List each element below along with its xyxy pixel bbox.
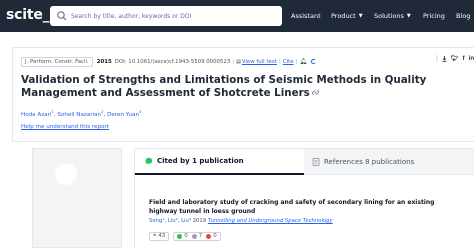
author-link[interactable]: Deren Yuan3 bbox=[107, 109, 141, 118]
loading-spinner-icon bbox=[310, 59, 316, 64]
side-panel bbox=[32, 148, 122, 248]
help-understand-link[interactable]: Help me understand this report bbox=[21, 124, 109, 130]
citation-stats: ❝ 43 0 7 0 bbox=[149, 231, 221, 241]
tab-references[interactable]: References 8 publications bbox=[304, 149, 474, 175]
link-icon[interactable] bbox=[311, 87, 319, 100]
cite-link[interactable]: Cite bbox=[283, 59, 294, 65]
full-text-icon: ▤ bbox=[236, 58, 241, 65]
citation-tabs: Cited by 1 publication References 8 publ… bbox=[134, 148, 474, 175]
nav-solutions[interactable]: Solutions ▼ bbox=[374, 12, 411, 20]
contrasting-dot-icon bbox=[206, 233, 212, 239]
supporting-dot-icon bbox=[177, 233, 183, 239]
citation-year: 2019 bbox=[192, 218, 207, 224]
publication-year: 2015 bbox=[96, 58, 112, 65]
mentioning-dot-icon bbox=[191, 233, 197, 239]
top-nav-bar: scite_ Assistant Product▼ Solutions▼ Pri… bbox=[0, 0, 474, 32]
logo[interactable]: scite_ bbox=[6, 7, 50, 23]
citation-journal[interactable]: Tunnelling and Underground Space Technol… bbox=[208, 218, 333, 224]
citation-item: Field and laboratory study of cracking a… bbox=[134, 174, 474, 248]
view-full-text-link[interactable]: View full text bbox=[242, 59, 277, 65]
journal-badge[interactable]: J. Perform. Constr. Facil. bbox=[21, 56, 93, 67]
citation-count-badge[interactable]: ❝ 43 bbox=[149, 231, 170, 241]
share-bar: | 🐦︎ f in bbox=[436, 55, 474, 62]
nav-blog[interactable]: Blog bbox=[456, 12, 470, 20]
placeholder-circle bbox=[55, 163, 77, 185]
paper-card: J. Perform. Constr. Facil. 2015 DOI: 10.… bbox=[12, 47, 474, 142]
divider: | bbox=[232, 58, 235, 65]
search-input[interactable] bbox=[71, 9, 276, 23]
author-link[interactable]: Soheil Nazarian2 bbox=[57, 109, 103, 118]
citation-authors[interactable]: Song¹, Liu², Liu³ bbox=[149, 218, 191, 224]
author-list: Hoda Azari1, Soheil Nazarian2, Deren Yua… bbox=[21, 109, 142, 118]
quote-icon: ❝ bbox=[153, 232, 157, 240]
search-box[interactable] bbox=[50, 6, 282, 26]
document-icon bbox=[312, 157, 320, 166]
search-icon bbox=[57, 11, 67, 21]
linkedin-icon[interactable]: in bbox=[469, 56, 474, 62]
paper-title: Validation of Strengths and Limitations … bbox=[21, 74, 427, 100]
bell-icon[interactable]: 🔔︎ bbox=[299, 58, 307, 65]
citation-title[interactable]: Field and laboratory study of cracking a… bbox=[149, 198, 449, 216]
divider: | bbox=[295, 58, 298, 65]
paper-meta: J. Perform. Constr. Facil. 2015 DOI: 10.… bbox=[21, 56, 316, 67]
author-link[interactable]: Hoda Azari1 bbox=[21, 109, 54, 118]
nav-pricing[interactable]: Pricing bbox=[423, 12, 445, 20]
doi-text[interactable]: DOI: 10.1061/(asce)cf.1943-5509.0000523 bbox=[115, 59, 231, 65]
divider: | bbox=[279, 58, 281, 65]
tab-cited-by[interactable]: Cited by 1 publication bbox=[134, 149, 304, 175]
nav-product[interactable]: Product ▼ bbox=[331, 12, 363, 20]
chat-icon bbox=[145, 157, 153, 165]
smart-citation-stats[interactable]: 0 7 0 bbox=[173, 231, 221, 241]
citation-meta: Song¹, Liu², Liu³ 2019 Tunnelling and Un… bbox=[149, 218, 333, 224]
chevron-down-icon: ▼ bbox=[358, 13, 363, 19]
twitter-icon[interactable]: 🐦︎ bbox=[451, 55, 459, 62]
download-icon[interactable] bbox=[442, 55, 447, 62]
chevron-down-icon: ▼ bbox=[406, 13, 411, 19]
divider: | bbox=[436, 55, 439, 62]
facebook-icon[interactable]: f bbox=[463, 56, 465, 62]
nav-assistant[interactable]: Assistant bbox=[291, 12, 321, 20]
